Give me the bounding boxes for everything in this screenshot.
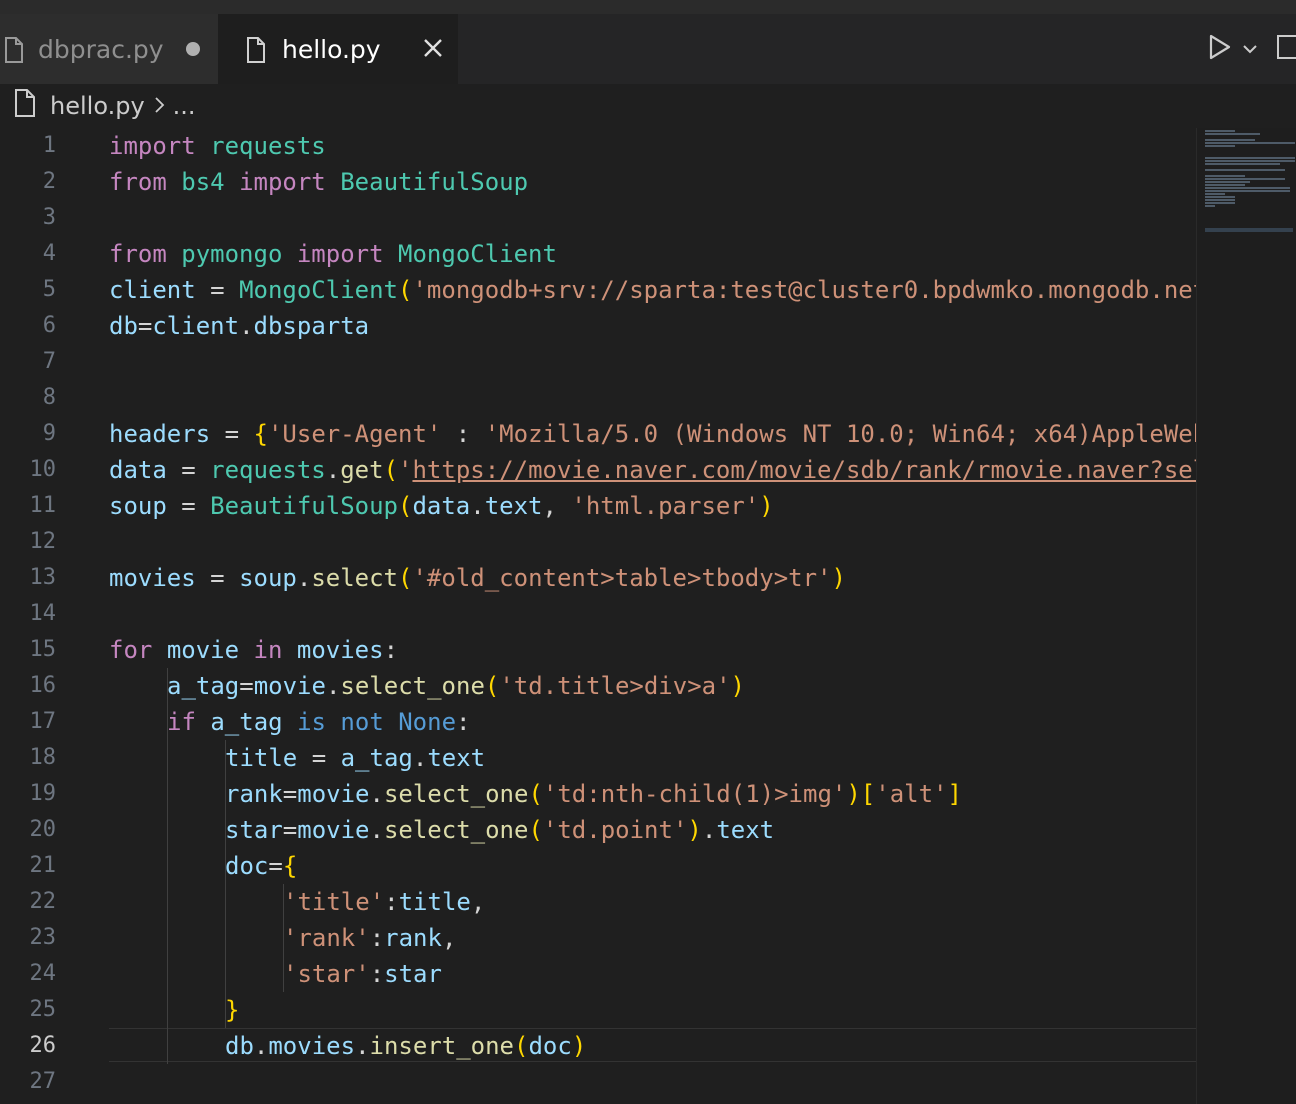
line-number[interactable]: 22 (0, 884, 57, 920)
code-line-6: db=client.dbsparta (109, 312, 370, 340)
minimap-line (1205, 130, 1235, 132)
line-number[interactable]: 15 (0, 632, 57, 668)
code-line-26: db.movies.insert_one(doc) (225, 1032, 587, 1060)
line-number[interactable]: 13 (0, 560, 57, 596)
minimap-line (1205, 202, 1235, 204)
line-number[interactable]: 12 (0, 524, 57, 560)
line-number[interactable]: 3 (0, 200, 56, 236)
minimap[interactable] (1196, 128, 1296, 1104)
breadcrumb-separator (153, 92, 165, 120)
file-icon (14, 89, 36, 123)
line-number[interactable]: 4 (0, 236, 56, 272)
minimap-line (1205, 184, 1245, 186)
minimap-line (1205, 187, 1290, 189)
code-line-24: 'star':star (283, 960, 442, 988)
tab-dbprac[interactable]: dbprac.py (0, 14, 218, 84)
minimap-line (1205, 142, 1295, 144)
code-editor[interactable]: 1 2 3 4 5 6 7 8 9 10 11 12 13 14 15 16 17 18 19 20 21 22 23 24 2… (0, 128, 1296, 1104)
line-number[interactable]: 17 (0, 704, 57, 740)
code-line-16: a_tag=movie.select_one('td.title>div>a') (167, 672, 745, 700)
line-number[interactable]: 5 (0, 272, 56, 308)
minimap-line (1205, 178, 1285, 180)
line-number[interactable]: 25 (0, 992, 57, 1028)
code-line-23: 'rank':rank, (283, 924, 457, 952)
title-strip (0, 0, 1296, 14)
unsaved-dot-icon[interactable] (185, 42, 200, 56)
code-line-21: doc={ (225, 852, 298, 880)
minimap-line (1205, 196, 1235, 198)
code-line-25: } (225, 996, 240, 1024)
line-number[interactable]: 8 (0, 380, 56, 416)
code-line-5: client = MongoClient('mongodb+srv://spar… (109, 276, 1197, 304)
minimap-line (1205, 205, 1215, 207)
line-number[interactable]: 7 (0, 344, 56, 380)
url-link[interactable]: https://movie.naver.com/movie/sdb/rank/r… (412, 456, 1197, 484)
line-number[interactable]: 19 (0, 776, 57, 812)
code-line-10: data = requests.get('https://movie.naver… (109, 452, 1197, 488)
tab-hello[interactable]: hello.py (218, 14, 458, 84)
code-line-11: soup = BeautifulSoup(data.text, 'html.pa… (109, 492, 774, 520)
code-area[interactable]: import requests from bs4 import Beautifu… (109, 128, 1197, 1104)
code-line-9: headers = {'User-Agent' : 'Mozilla/5.0 (… (109, 420, 1197, 448)
line-number[interactable]: 21 (0, 848, 57, 884)
minimap-line (1205, 145, 1235, 147)
code-line-13: movies = soup.select('#old_content>table… (109, 564, 846, 592)
code-line-2: from bs4 import BeautifulSoup (109, 168, 529, 196)
breadcrumb-file[interactable]: hello.py (50, 92, 145, 120)
minimap-line (1205, 157, 1295, 159)
minimap-line (1205, 181, 1250, 183)
line-number[interactable]: 2 (0, 164, 56, 200)
minimap-line (1205, 133, 1260, 135)
code-line-1: import requests (109, 132, 326, 160)
minimap-line (1205, 163, 1280, 165)
tab-label: hello.py (282, 34, 381, 64)
code-line-22: 'title':title, (283, 888, 486, 916)
close-icon[interactable] (423, 34, 443, 64)
line-number[interactable]: 23 (0, 920, 57, 956)
minimap-line (1205, 199, 1235, 201)
minimap-line (1205, 139, 1255, 141)
minimap-line (1205, 160, 1295, 162)
breadcrumb: hello.py ... (0, 84, 1296, 128)
line-number[interactable]: 26 (0, 1028, 57, 1064)
minimap-line (1205, 193, 1225, 195)
minimap-line (1205, 175, 1245, 177)
file-icon (246, 37, 265, 63)
line-number[interactable]: 16 (0, 668, 57, 704)
breadcrumb-rest[interactable]: ... (173, 92, 196, 120)
editor-actions (1186, 14, 1296, 84)
code-line-18: title = a_tag.text (225, 744, 486, 772)
code-line-15: for movie in movies: (109, 636, 399, 664)
line-number[interactable]: 24 (0, 956, 57, 992)
code-line-20: star=movie.select_one('td.point').text (225, 816, 775, 844)
line-number[interactable]: 11 (0, 488, 57, 524)
minimap-line (1205, 228, 1293, 232)
minimap-line (1205, 190, 1290, 192)
tab-bar: dbprac.py hello.py (0, 0, 1296, 84)
split-editor-icon[interactable] (1276, 34, 1296, 64)
run-icon[interactable] (1208, 34, 1232, 64)
file-icon (4, 37, 23, 63)
line-number[interactable]: 18 (0, 740, 57, 776)
tab-label: dbprac.py (38, 34, 164, 64)
code-line-17: if a_tag is not None: (167, 708, 471, 736)
code-line-4: from pymongo import MongoClient (109, 240, 557, 268)
line-number[interactable]: 14 (0, 596, 57, 632)
line-number[interactable]: 6 (0, 308, 56, 344)
minimap-line (1205, 169, 1285, 171)
line-number[interactable]: 20 (0, 812, 57, 848)
line-number[interactable]: 9 (0, 416, 56, 452)
line-number[interactable]: 10 (0, 452, 57, 488)
line-number[interactable]: 1 (0, 128, 56, 164)
line-number[interactable]: 27 (0, 1064, 57, 1100)
chevron-down-icon[interactable] (1242, 40, 1258, 59)
code-line-19: rank=movie.select_one('td:nth-child(1)>i… (225, 780, 962, 808)
